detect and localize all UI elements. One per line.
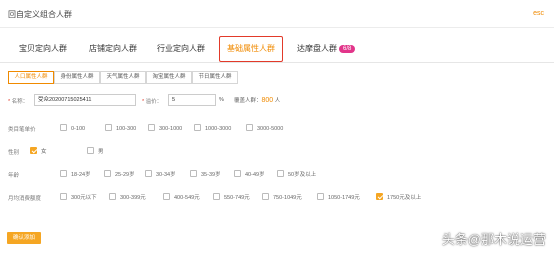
dialog-title: 回自定义组合人群	[8, 10, 72, 19]
filter-label: 年龄	[8, 173, 20, 179]
checkbox-option[interactable]: 1750元及以上	[376, 193, 421, 201]
checkbox-icon	[60, 124, 67, 131]
tab-label: 店铺定向人群	[89, 44, 137, 53]
checkbox-icon	[246, 124, 253, 131]
checkbox-icon	[262, 193, 269, 200]
checkbox-option[interactable]: 300-399元	[109, 193, 146, 201]
checkbox-option[interactable]: 550-749元	[213, 193, 250, 201]
checkbox-option[interactable]: 300-1000	[148, 124, 182, 132]
checkbox-icon	[234, 170, 241, 177]
checkbox-icon	[148, 124, 155, 131]
checkbox-icon	[105, 124, 112, 131]
checkbox-icon	[277, 170, 284, 177]
checkbox-icon	[109, 193, 116, 200]
checkbox-option[interactable]: 18-24岁	[60, 170, 91, 178]
premium-label: * 溢价：	[142, 99, 163, 105]
tab-damopan-crowd[interactable]: 达摩盘人群 6/8	[297, 43, 356, 54]
checkbox-icon	[87, 147, 94, 154]
filter-label: 月均消费额度	[8, 196, 42, 202]
checkbox-option-male[interactable]: 男	[87, 147, 104, 155]
premium-unit: %	[219, 97, 224, 103]
checkbox-option[interactable]: 400-549元	[163, 193, 200, 201]
watermark: 头条@那木说运营	[441, 232, 546, 247]
checkbox-icon	[60, 193, 67, 200]
checkbox-icon	[317, 193, 324, 200]
checkbox-option-female[interactable]: 女	[30, 147, 47, 155]
checkbox-icon	[145, 170, 152, 177]
checkbox-option[interactable]: 25-29岁	[104, 170, 135, 178]
checkbox-icon	[104, 170, 111, 177]
checkbox-checked-icon	[376, 193, 383, 200]
checkbox-option[interactable]: 35-39岁	[190, 170, 221, 178]
dialog-header: 回自定义组合人群 esc	[0, 0, 554, 28]
subtab-demographic[interactable]: 人口属性人群	[8, 71, 54, 84]
tab-label: 基础属性人群	[227, 44, 275, 53]
close-button[interactable]: esc	[533, 10, 544, 17]
checkbox-option[interactable]: 0-100	[60, 124, 85, 132]
confirm-add-button[interactable]: 确认添加	[7, 232, 41, 244]
checkbox-option[interactable]: 3000-5000	[246, 124, 283, 132]
covered-crowd: 覆盖人群：800 人	[234, 97, 281, 104]
count-badge: 6/8	[339, 45, 356, 53]
checkbox-checked-icon	[30, 147, 37, 154]
checkbox-option[interactable]: 40-49岁	[234, 170, 265, 178]
checkbox-option[interactable]: 50岁及以上	[277, 170, 316, 178]
tab-label: 达摩盘人群	[297, 44, 337, 53]
tab-label: 行业定向人群	[157, 44, 205, 53]
premium-input[interactable]: 5	[168, 94, 216, 106]
subtab-holiday[interactable]: 节日属性人群	[192, 71, 238, 84]
checkbox-option[interactable]: 30-34岁	[145, 170, 176, 178]
checkbox-icon	[60, 170, 67, 177]
checkbox-icon	[194, 124, 201, 131]
tab-basic-attribute-crowd[interactable]: 基础属性人群	[219, 36, 283, 62]
tab-shop-crowd[interactable]: 店铺定向人群	[89, 43, 137, 54]
checkbox-icon	[190, 170, 197, 177]
checkbox-option[interactable]: 1000-3000	[194, 124, 231, 132]
checkbox-option[interactable]: 100-300	[105, 124, 136, 132]
tab-industry-crowd[interactable]: 行业定向人群	[157, 43, 205, 54]
checkbox-option[interactable]: 300元以下	[60, 193, 97, 201]
checkbox-option[interactable]: 750-1049元	[262, 193, 302, 201]
checkbox-option[interactable]: 1050-1749元	[317, 193, 360, 201]
checkbox-icon	[163, 193, 170, 200]
main-tabs: 宝贝定向人群 店铺定向人群 行业定向人群 基础属性人群 达摩盘人群 6/8	[0, 36, 554, 63]
filter-label: 类目笔单价	[8, 127, 36, 133]
filter-label: 性别	[8, 150, 20, 156]
name-label: * 名称：	[8, 99, 29, 105]
name-input[interactable]: 受众20200715025411	[34, 94, 136, 106]
subtab-taobao[interactable]: 淘宝属性人群	[146, 71, 192, 84]
checkbox-icon	[213, 193, 220, 200]
subtab-weather[interactable]: 天气属性人群	[100, 71, 146, 84]
covered-count: 800	[261, 97, 274, 104]
subtab-identity[interactable]: 身份属性人群	[54, 71, 100, 84]
tab-product-crowd[interactable]: 宝贝定向人群	[19, 43, 67, 54]
tab-label: 宝贝定向人群	[19, 44, 67, 53]
